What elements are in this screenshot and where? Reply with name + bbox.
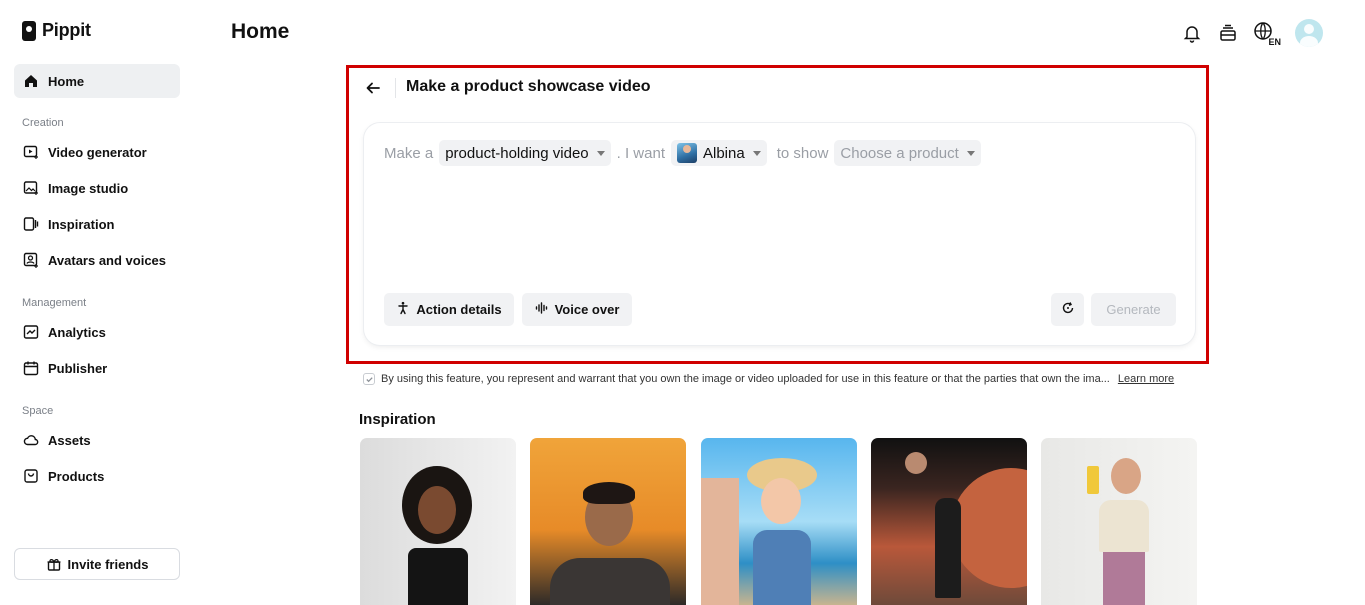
face-shape (1111, 458, 1141, 494)
sidebar-item-image-studio[interactable]: Image studio (14, 171, 180, 205)
notification-bell-icon[interactable] (1181, 22, 1203, 44)
invite-friends-button[interactable]: Invite friends (14, 548, 180, 580)
header-actions: EN (1181, 19, 1323, 47)
inspiration-icon (23, 216, 39, 232)
language-code: EN (1268, 37, 1281, 47)
voice-over-label: Voice over (554, 302, 620, 317)
shirt-shape (550, 558, 670, 605)
section-creation: Creation (22, 117, 64, 129)
inspiration-card[interactable] (871, 438, 1027, 605)
planet-shape (905, 452, 927, 474)
sidebar-item-label: Video generator (48, 144, 147, 160)
caret-down-icon (596, 150, 605, 156)
inspiration-card[interactable] (530, 438, 686, 605)
waveform-icon (535, 301, 549, 318)
avatar-dropdown[interactable]: Albina (671, 140, 767, 166)
inspiration-heading: Inspiration (359, 411, 436, 428)
video-type-value: product-holding video (445, 144, 589, 162)
sidebar-item-inspiration[interactable]: Inspiration (14, 207, 180, 241)
prompt-prefix: Make a (384, 144, 434, 162)
user-avatar[interactable] (1295, 19, 1323, 47)
image-studio-icon (23, 180, 39, 196)
planet-shape (951, 468, 1027, 588)
sidebar-item-label: Inspiration (48, 216, 115, 232)
pants-shape (1103, 552, 1145, 605)
sidebar-item-home[interactable]: Home (14, 64, 180, 98)
prompt-suffix: to show (776, 144, 829, 162)
avatar-value: Albina (703, 144, 745, 162)
shirt-shape (1099, 500, 1149, 552)
app-logo[interactable]: Pippit (22, 20, 91, 41)
consent-checkbox[interactable] (363, 373, 375, 385)
hair-shape (583, 482, 635, 504)
inspiration-card[interactable] (701, 438, 857, 605)
app-name: Pippit (42, 20, 91, 40)
refresh-button[interactable] (1051, 293, 1084, 326)
generate-button[interactable]: Generate (1091, 293, 1176, 326)
cloud-icon (23, 432, 39, 448)
language-globe-icon[interactable]: EN (1253, 21, 1281, 47)
video-type-dropdown[interactable]: product-holding video (439, 140, 611, 166)
sidebar-item-label: Publisher (48, 360, 108, 376)
caret-down-icon (966, 150, 975, 156)
face-shape (761, 478, 801, 524)
sidebar-item-analytics[interactable]: Analytics (14, 315, 180, 349)
sidebar-item-label: Analytics (48, 324, 106, 340)
sidebar: Pippit Home Creation Video generator Ima… (0, 0, 196, 605)
credits-stack-icon[interactable] (1217, 22, 1239, 44)
analytics-icon (23, 324, 39, 340)
invite-friends-label: Invite friends (67, 556, 149, 572)
sidebar-item-video-generator[interactable]: Video generator (14, 135, 180, 169)
composer-title: Make a product showcase video (406, 78, 651, 95)
inspiration-card[interactable] (360, 438, 516, 605)
caret-down-icon (752, 150, 761, 156)
sidebar-item-publisher[interactable]: Publisher (14, 351, 180, 385)
face-shape (418, 486, 456, 534)
sidebar-item-label: Avatars and voices (48, 252, 167, 268)
disclaimer-text: By using this feature, you represent and… (381, 373, 1110, 385)
product-shape (1087, 466, 1099, 494)
back-arrow-icon[interactable] (364, 79, 382, 97)
product-placeholder: Choose a product (840, 144, 959, 162)
sidebar-item-label: Home (48, 73, 85, 89)
sidebar-item-products[interactable]: Products (14, 459, 180, 493)
sidebar-item-label: Image studio (48, 180, 129, 196)
disclaimer-row: By using this feature, you represent and… (363, 373, 1174, 385)
building-shape (701, 478, 739, 605)
sidebar-item-label: Products (48, 468, 105, 484)
prompt-sentence: Make a product-holding video . I want Al… (384, 140, 981, 166)
video-generator-icon (23, 144, 39, 160)
gift-icon (46, 556, 62, 572)
figure-shape (935, 498, 961, 598)
page-title: Home (231, 20, 290, 43)
sidebar-item-assets[interactable]: Assets (14, 423, 180, 457)
refresh-icon (1061, 301, 1075, 318)
inspiration-card[interactable] (1041, 438, 1197, 605)
home-icon (23, 73, 39, 89)
prompt-mid: . I want (616, 144, 665, 162)
top-shape (408, 548, 468, 605)
section-management: Management (22, 297, 87, 309)
calendar-icon (23, 360, 39, 376)
section-space: Space (22, 405, 54, 417)
avatar-thumbnail (677, 143, 697, 163)
avatar-voice-icon (23, 252, 39, 268)
action-details-button[interactable]: Action details (384, 293, 514, 326)
person-action-icon (396, 301, 410, 318)
jacket-shape (753, 530, 811, 605)
learn-more-link[interactable]: Learn more (1118, 373, 1174, 385)
voice-over-button[interactable]: Voice over (522, 293, 632, 326)
product-box-icon (23, 468, 39, 484)
sidebar-item-label: Assets (48, 432, 91, 448)
action-details-label: Action details (416, 302, 502, 317)
header-divider (395, 78, 396, 98)
sidebar-item-avatars-voices[interactable]: Avatars and voices (14, 243, 180, 277)
product-dropdown[interactable]: Choose a product (834, 140, 981, 166)
pippit-logo-icon (22, 20, 36, 41)
